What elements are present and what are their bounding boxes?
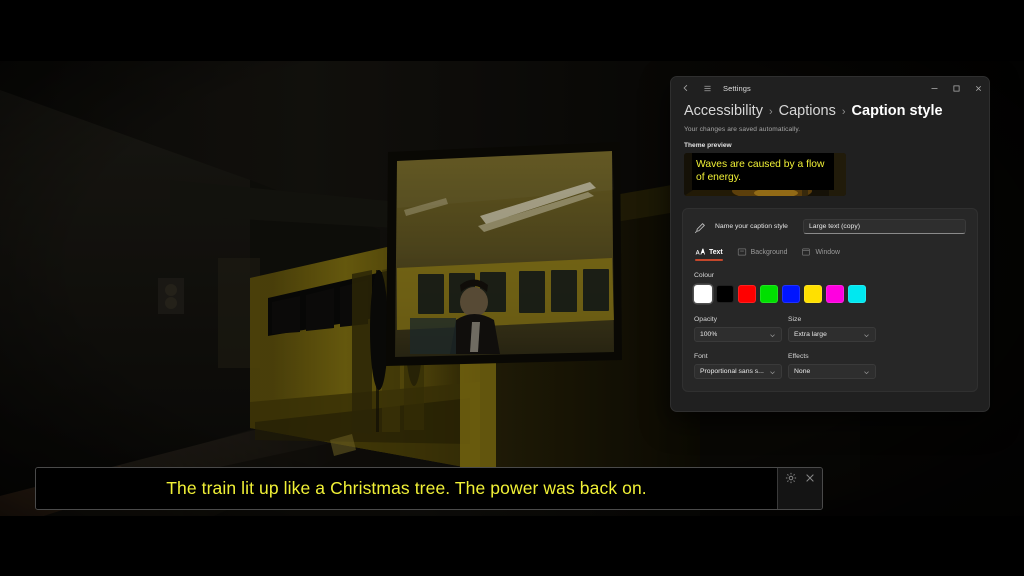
style-tabs: Text Background Window xyxy=(694,247,966,261)
caption-bar-controls xyxy=(778,468,822,509)
colour-swatch-white[interactable] xyxy=(694,285,712,303)
caption-style-name-input[interactable] xyxy=(803,219,966,234)
theme-preview-caption-box: Waves are caused by a flow of energy. xyxy=(692,153,834,190)
size-label: Size xyxy=(788,316,802,323)
colour-swatch-red[interactable] xyxy=(738,285,756,303)
caption-style-card: Name your caption style Text xyxy=(682,208,978,392)
font-label: Font xyxy=(694,353,708,360)
colour-label: Colour xyxy=(694,272,715,279)
style-dropdown-grid: Opacity 100% Size Extra large Font Propo… xyxy=(694,316,966,379)
caption-text-area: The train lit up like a Christmas tree. … xyxy=(36,468,778,509)
close-button[interactable] xyxy=(967,77,989,99)
window-icon xyxy=(801,247,811,257)
opacity-value: 100% xyxy=(700,331,718,338)
tab-background-label: Background xyxy=(750,248,788,256)
size-field: Size Extra large xyxy=(788,316,876,342)
size-dropdown[interactable]: Extra large xyxy=(788,327,876,342)
name-your-caption-style-label: Name your caption style xyxy=(715,223,788,230)
theme-preview-caption-text: Waves are caused by a flow of energy. xyxy=(696,158,825,183)
colour-swatch-yellow[interactable] xyxy=(804,285,822,303)
live-caption-bar[interactable]: The train lit up like a Christmas tree. … xyxy=(35,467,823,510)
gear-icon[interactable] xyxy=(785,472,797,484)
text-size-icon xyxy=(695,247,705,257)
opacity-field: Opacity 100% xyxy=(694,316,782,342)
breadcrumb-separator-2: › xyxy=(841,106,846,118)
effects-label: Effects xyxy=(788,353,809,360)
colour-swatch-black[interactable] xyxy=(716,285,734,303)
background-icon xyxy=(737,247,747,257)
breadcrumb-item-accessibility[interactable]: Accessibility xyxy=(684,103,763,119)
tab-window-label: Window xyxy=(815,248,840,256)
colour-swatch-cyan[interactable] xyxy=(848,285,866,303)
colour-swatch-row xyxy=(694,285,966,303)
colour-swatch-magenta[interactable] xyxy=(826,285,844,303)
chevron-down-icon xyxy=(769,326,776,344)
font-dropdown[interactable]: Proportional sans s... xyxy=(694,364,782,379)
breadcrumb-separator-1: › xyxy=(768,106,773,118)
screen: The train lit up like a Christmas tree. … xyxy=(0,0,1024,576)
close-icon[interactable] xyxy=(804,472,816,484)
opacity-dropdown[interactable]: 100% xyxy=(694,327,782,342)
app-title: Settings xyxy=(723,83,751,93)
font-field: Font Proportional sans s... xyxy=(694,353,782,379)
effects-value: None xyxy=(794,368,811,375)
hamburger-menu-icon[interactable] xyxy=(700,81,714,95)
tab-text-label: Text xyxy=(709,248,723,256)
theme-preview-section: Theme preview Waves are caused by a flow… xyxy=(671,142,989,196)
settings-window[interactable]: Settings Accessibility › Captions › Capt… xyxy=(670,76,990,412)
autosave-note: Your changes are saved automatically. xyxy=(684,126,801,133)
page-header: Accessibility › Captions › Caption style… xyxy=(671,99,989,133)
tab-text[interactable]: Text xyxy=(695,247,723,261)
chevron-down-icon xyxy=(863,363,870,381)
caption-text: The train lit up like a Christmas tree. … xyxy=(166,478,647,498)
window-controls xyxy=(923,77,989,99)
page-title: Caption style xyxy=(851,103,943,119)
tab-window[interactable]: Window xyxy=(801,247,840,261)
breadcrumb: Accessibility › Captions › Caption style xyxy=(684,103,976,119)
tab-background[interactable]: Background xyxy=(737,247,788,261)
theme-preview-label: Theme preview xyxy=(684,142,732,149)
back-arrow-icon[interactable] xyxy=(679,81,693,95)
chevron-down-icon xyxy=(769,363,776,381)
brush-icon xyxy=(694,221,706,233)
font-value: Proportional sans s... xyxy=(700,368,764,375)
name-your-caption-style-row: Name your caption style xyxy=(694,219,966,234)
breadcrumb-item-captions[interactable]: Captions xyxy=(779,103,836,119)
minimize-button[interactable] xyxy=(923,77,945,99)
chevron-down-icon xyxy=(863,326,870,344)
colour-swatch-green[interactable] xyxy=(760,285,778,303)
colour-swatch-blue[interactable] xyxy=(782,285,800,303)
letterbox-bottom xyxy=(0,516,1024,546)
size-value: Extra large xyxy=(794,331,827,338)
effects-dropdown[interactable]: None xyxy=(788,364,876,379)
theme-preview: Waves are caused by a flow of energy. xyxy=(684,153,846,196)
window-title-bar[interactable]: Settings xyxy=(671,77,989,99)
effects-field: Effects None xyxy=(788,353,876,379)
maximize-button[interactable] xyxy=(945,77,967,99)
opacity-label: Opacity xyxy=(694,316,718,323)
letterbox-top xyxy=(0,30,1024,61)
